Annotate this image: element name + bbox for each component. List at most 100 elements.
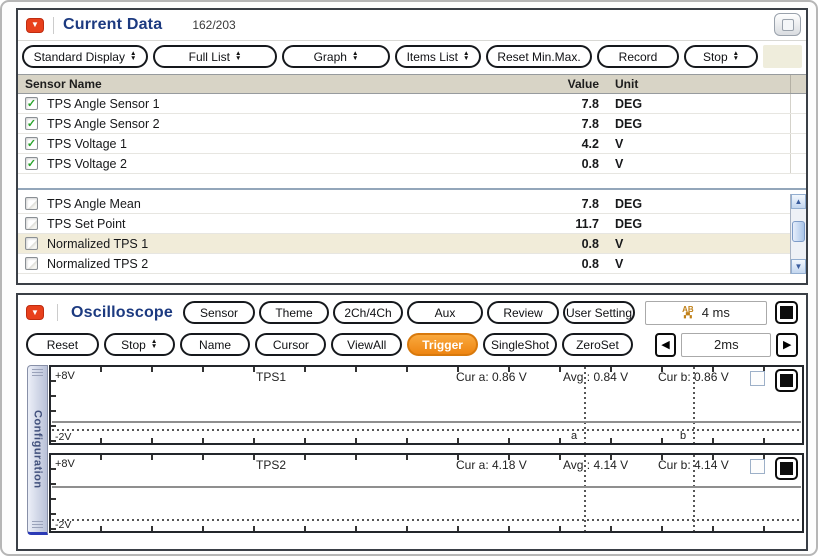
spinner-icon: [130, 52, 136, 61]
channel-name: TPS2: [256, 458, 287, 472]
scroll-rail: [790, 154, 806, 173]
sensor-group-checked: ✓ TPS Angle Sensor 1 7.8 DEG ✓ TPS Angle S…: [18, 94, 806, 174]
voltage-max-label: +8V: [55, 458, 75, 470]
sensor-unit: V: [615, 156, 624, 171]
button-label: User Setting: [565, 305, 633, 320]
voltage-min-label: -2V: [55, 431, 72, 443]
single-shot-button[interactable]: SingleShot: [483, 333, 558, 356]
down-arrow-icon: ▼: [31, 307, 39, 317]
user-setting-button[interactable]: User Setting: [563, 301, 635, 324]
oscilloscope-toolbar: Reset Stop Name Cursor ViewAll Trigger S…: [18, 330, 806, 363]
sensor-name: TPS Angle Mean: [47, 196, 141, 211]
spinner-icon: [463, 52, 469, 61]
cursor-a-line[interactable]: [584, 367, 586, 443]
table-row[interactable]: TPS Set Point 11.7 DEG: [18, 214, 806, 234]
timebase-increase-button[interactable]: ▶: [776, 332, 798, 357]
sensor-value: 7.8: [581, 196, 599, 211]
zero-dashed-line: [52, 519, 801, 521]
row-checkbox-unchecked[interactable]: [25, 197, 38, 210]
display-mode-button[interactable]: Standard Display: [22, 45, 148, 68]
grip-icon: [32, 520, 43, 529]
time-ticks: [51, 526, 802, 531]
sensor-unit: V: [615, 256, 624, 271]
button-label: Reset: [46, 337, 79, 352]
sensor-unit: DEG: [615, 96, 643, 111]
average-readout: Avg : 0.84 V: [563, 370, 629, 384]
row-checkbox-checked[interactable]: ✓: [25, 97, 38, 110]
scope-window-button[interactable]: [775, 301, 798, 324]
down-arrow-icon: ▼: [31, 20, 39, 29]
column-header-value[interactable]: Value: [471, 77, 606, 91]
current-data-title: Current Data: [63, 16, 163, 33]
table-row[interactable]: ✓ TPS Voltage 2 0.8 V: [18, 154, 806, 174]
cursor-a-readout: Cur a: 0.86 V: [456, 370, 527, 384]
table-row[interactable]: ✓ TPS Voltage 1 4.2 V: [18, 134, 806, 154]
configuration-tab[interactable]: Configuration: [27, 365, 48, 535]
review-button[interactable]: Review: [487, 301, 559, 324]
sensor-group-unchecked: TPS Angle Mean 7.8 DEG TPS Set Point 11.…: [18, 194, 806, 274]
zero-set-button[interactable]: ZeroSet: [562, 333, 633, 356]
table-row-selected[interactable]: Normalized TPS 1 0.8 V: [18, 234, 806, 254]
sensor-unit: DEG: [615, 196, 643, 211]
channel-mode-button[interactable]: 2Ch/4Ch: [333, 301, 403, 324]
channel-checkbox[interactable]: [750, 459, 765, 474]
panel-collapse-icon[interactable]: ▼: [26, 305, 44, 320]
reset-minmax-button[interactable]: Reset Min.Max.: [486, 45, 592, 68]
cursor-a-readout: Cur a: 4.18 V: [456, 458, 527, 472]
channel-window-button[interactable]: [775, 457, 798, 480]
table-row[interactable]: ✓ TPS Angle Sensor 2 7.8 DEG: [18, 114, 806, 134]
row-checkbox-unchecked[interactable]: [25, 237, 38, 250]
grip-icon: [32, 369, 43, 377]
table-row[interactable]: TPS Angle Mean 7.8 DEG: [18, 194, 806, 214]
button-label: Standard Display: [33, 49, 125, 64]
ab-cursor-icon: AB: [682, 305, 694, 320]
row-checkbox-checked[interactable]: ✓: [25, 117, 38, 130]
row-checkbox-unchecked[interactable]: [25, 257, 38, 270]
scope-stop-button[interactable]: Stop: [103, 333, 175, 356]
sensor-name: Normalized TPS 1: [47, 236, 149, 251]
cursor-button[interactable]: Cursor: [255, 333, 327, 356]
reset-button[interactable]: Reset: [26, 333, 99, 356]
sensor-value: 0.8: [581, 256, 599, 271]
panel-collapse-icon[interactable]: ▼: [26, 17, 44, 33]
sensor-name: TPS Voltage 1: [47, 136, 127, 151]
table-row[interactable]: Normalized TPS 2 0.8 V: [18, 254, 806, 274]
column-header-sensor[interactable]: Sensor Name: [18, 77, 471, 91]
scope-channel-1: +8V -2V TPS1 Cur a: 0.86 V Avg : 0.84 V …: [49, 365, 804, 445]
table-header: Sensor Name Value Unit: [18, 74, 806, 94]
black-square-icon: [780, 306, 793, 319]
window-restore-button[interactable]: [774, 13, 801, 36]
stop-button[interactable]: Stop: [684, 45, 758, 68]
sensor-unit: DEG: [615, 116, 643, 131]
row-checkbox-unchecked[interactable]: [25, 217, 38, 230]
timebase-decrease-button[interactable]: ◀: [654, 332, 677, 357]
scrollbar-thumb[interactable]: [792, 221, 805, 242]
record-button[interactable]: Record: [597, 45, 679, 68]
view-all-button[interactable]: ViewAll: [331, 333, 403, 356]
list-mode-button[interactable]: Full List: [153, 45, 277, 68]
sensor-button[interactable]: Sensor: [183, 301, 255, 324]
average-readout: Avg : 4.14 V: [563, 458, 629, 472]
cursor-b-marker: b: [680, 430, 687, 442]
view-mode-button[interactable]: Graph: [282, 45, 390, 68]
sensor-value: 0.8: [581, 236, 599, 251]
button-label: 2Ch/4Ch: [344, 305, 392, 320]
trigger-button[interactable]: Trigger: [407, 333, 479, 356]
column-header-unit[interactable]: Unit: [606, 77, 790, 91]
button-label: ZeroSet: [576, 337, 619, 352]
vertical-scrollbar[interactable]: ▲ ▼: [790, 194, 806, 274]
channel-window-button[interactable]: [775, 369, 798, 392]
table-row[interactable]: ✓ TPS Angle Sensor 1 7.8 DEG: [18, 94, 806, 114]
group-separator: [18, 174, 806, 194]
row-checkbox-checked[interactable]: ✓: [25, 157, 38, 170]
scroll-up-button[interactable]: ▲: [791, 194, 806, 209]
sensor-unit: DEG: [615, 216, 643, 231]
cursor-b-line[interactable]: [693, 367, 695, 443]
name-button[interactable]: Name: [179, 333, 251, 356]
channel-checkbox[interactable]: [750, 371, 765, 386]
items-list-button[interactable]: Items List: [395, 45, 481, 68]
aux-button[interactable]: Aux: [407, 301, 483, 324]
theme-button[interactable]: Theme: [259, 301, 329, 324]
scroll-down-button[interactable]: ▼: [791, 259, 806, 274]
row-checkbox-checked[interactable]: ✓: [25, 137, 38, 150]
